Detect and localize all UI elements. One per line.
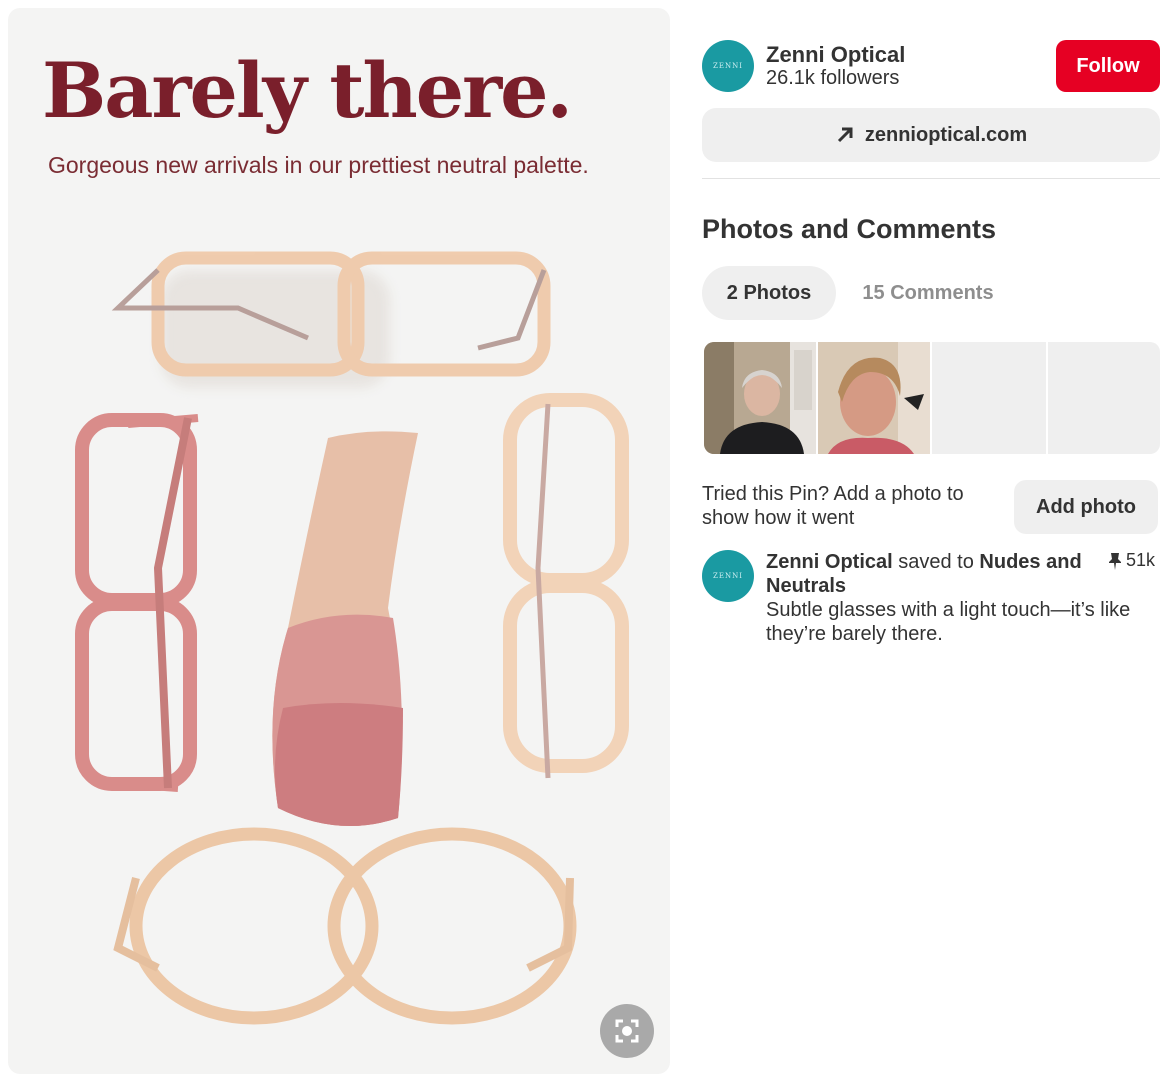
saver-avatar-logo: ZENNI bbox=[713, 572, 743, 580]
saved-to-text: saved to bbox=[898, 551, 974, 573]
empty-photo-slot bbox=[932, 342, 1046, 454]
tab-comments[interactable]: 15 Comments bbox=[842, 266, 1014, 320]
glasses-left bbox=[75, 413, 199, 792]
expand-icon bbox=[615, 1019, 639, 1043]
empty-photo-slot bbox=[1048, 342, 1160, 454]
saves-count-value: 51k bbox=[1126, 550, 1156, 570]
tab-photos[interactable]: 2 Photos bbox=[702, 266, 836, 320]
user-photo-thumbnail[interactable] bbox=[818, 342, 930, 454]
saver-name[interactable]: Zenni Optical bbox=[766, 551, 893, 573]
pushpin-icon bbox=[1109, 552, 1121, 570]
arrow-up-right-icon bbox=[837, 127, 853, 143]
pin-side-panel: ZENNI Zenni Optical 26.1k followers Foll… bbox=[702, 0, 1160, 1082]
website-link-button[interactable]: zennioptical.com bbox=[702, 108, 1160, 162]
pin-image[interactable]: Barely there. Gorgeous new arrivals in o… bbox=[8, 8, 670, 1074]
blush-swatch bbox=[272, 431, 418, 826]
brand-name[interactable]: Zenni Optical bbox=[766, 42, 905, 68]
user-photo bbox=[818, 342, 930, 454]
user-photo bbox=[704, 342, 816, 454]
pin-description: Subtle glasses with a light touch—it’s l… bbox=[766, 599, 1131, 645]
pin-subheadline: Gorgeous new arrivals in our prettiest n… bbox=[48, 152, 589, 178]
glasses-top bbox=[111, 251, 551, 388]
saves-count: 51k bbox=[1108, 550, 1155, 571]
expand-button[interactable] bbox=[600, 1004, 654, 1058]
pin-headline: Barely there. bbox=[42, 46, 573, 135]
follow-button[interactable]: Follow bbox=[1056, 40, 1160, 92]
photo-thumbnails bbox=[704, 342, 1160, 454]
follower-count: 26.1k followers bbox=[766, 67, 900, 89]
saver-avatar[interactable]: ZENNI bbox=[702, 550, 754, 602]
user-photo-thumbnail[interactable] bbox=[704, 342, 816, 454]
brand-avatar-logo: ZENNI bbox=[713, 62, 743, 70]
saved-to-line: Zenni Optical saved to Nudes and Neutral… bbox=[766, 550, 1086, 598]
add-photo-button[interactable]: Add photo bbox=[1014, 480, 1158, 534]
website-link-label: zennioptical.com bbox=[864, 123, 1028, 146]
divider bbox=[702, 178, 1160, 179]
tried-pin-prompt: Tried this Pin? Add a photo to show how … bbox=[702, 483, 964, 529]
brand-avatar[interactable]: ZENNI bbox=[702, 40, 754, 92]
glasses-bottom bbox=[113, 827, 577, 1025]
photos-comments-heading: Photos and Comments bbox=[702, 214, 997, 244]
glasses-right bbox=[503, 393, 629, 779]
